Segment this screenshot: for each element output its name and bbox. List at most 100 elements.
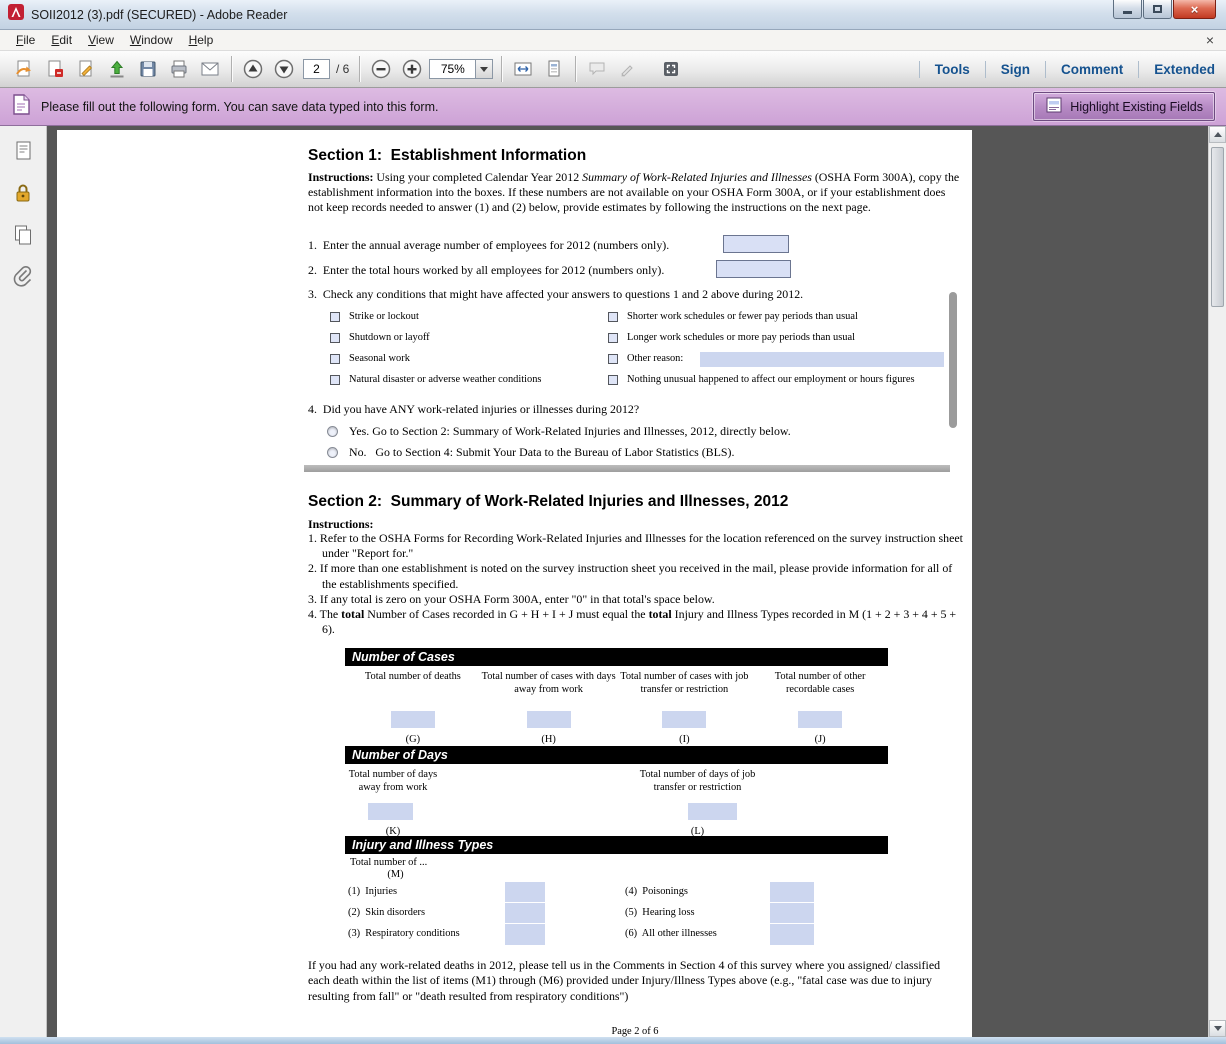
number-of-cases-header: Number of Cases xyxy=(345,648,888,666)
scroll-up-button[interactable] xyxy=(1209,126,1226,143)
injury-illness-types-header: Injury and Illness Types xyxy=(345,836,888,854)
question4-label: 4. Did you have ANY work-related injurie… xyxy=(308,402,639,417)
shutdown-checkbox[interactable] xyxy=(330,333,340,343)
form-message-bar: Please fill out the following form. You … xyxy=(0,88,1226,126)
pdf-create-icon[interactable] xyxy=(41,56,68,83)
sign-document-icon[interactable] xyxy=(72,56,99,83)
menu-window[interactable]: Window xyxy=(122,31,181,49)
scroll-down-button[interactable] xyxy=(1209,1020,1226,1037)
longer-schedules-label: Longer work schedules or more pay period… xyxy=(627,332,855,343)
zoom-in-icon[interactable] xyxy=(398,56,425,83)
print-icon[interactable] xyxy=(165,56,192,83)
other-recordable-cases-field[interactable] xyxy=(798,711,842,728)
disaster-checkbox[interactable] xyxy=(330,375,340,385)
maximize-button[interactable] xyxy=(1143,0,1172,19)
section1-instructions: Instructions: Using your completed Calen… xyxy=(308,170,960,215)
fit-page-icon[interactable] xyxy=(540,56,567,83)
types-table: (1) Injuries (2) Skin disorders (3) Resp… xyxy=(348,882,918,948)
section2-instructions-list: 1. Refer to the OSHA Forms for Recording… xyxy=(308,531,964,637)
vertical-scrollbar[interactable] xyxy=(1208,126,1226,1037)
seasonal-checkbox[interactable] xyxy=(330,354,340,364)
deaths-field[interactable] xyxy=(391,711,435,728)
number-of-days-header: Number of Days xyxy=(345,746,888,764)
longer-schedules-checkbox[interactable] xyxy=(608,333,618,343)
window-bottom-border xyxy=(0,1037,1226,1044)
close-button[interactable]: × xyxy=(1173,0,1216,19)
minimize-button[interactable] xyxy=(1113,0,1142,19)
yes-radio[interactable] xyxy=(327,426,338,437)
strike-label: Strike or lockout xyxy=(349,311,419,322)
extended-panel-button[interactable]: Extended xyxy=(1153,62,1216,77)
navigation-rail xyxy=(0,126,47,1037)
injuries-field[interactable] xyxy=(505,882,545,903)
sign-panel-button[interactable]: Sign xyxy=(1000,62,1031,77)
shorter-schedules-label: Shorter work schedules or fewer pay peri… xyxy=(627,311,858,322)
job-transfer-cases-field[interactable] xyxy=(662,711,706,728)
other-reason-label: Other reason: xyxy=(627,353,683,364)
shorter-schedules-checkbox[interactable] xyxy=(608,312,618,322)
types-total-label: Total number of ... xyxy=(350,857,427,868)
respiratory-label: (3) Respiratory conditions xyxy=(348,928,460,939)
open-icon[interactable] xyxy=(10,56,37,83)
shutdown-label: Shutdown or layoff xyxy=(349,332,430,343)
markup-pen-icon[interactable] xyxy=(614,56,641,83)
respiratory-field[interactable] xyxy=(505,924,545,945)
employees-field[interactable] xyxy=(723,235,789,253)
injuries-label: (1) Injuries xyxy=(348,886,397,897)
fit-width-icon[interactable] xyxy=(509,56,536,83)
menu-help[interactable]: Help xyxy=(181,31,222,49)
form-message-text: Please fill out the following form. You … xyxy=(41,100,438,114)
paperclip-icon[interactable] xyxy=(6,262,40,292)
zoom-level-input[interactable]: 75% xyxy=(429,59,476,79)
skin-disorders-field[interactable] xyxy=(505,903,545,924)
all-other-illnesses-field[interactable] xyxy=(770,924,814,945)
menu-view[interactable]: View xyxy=(80,31,122,49)
highlight-existing-fields-button[interactable]: Highlight Existing Fields xyxy=(1033,92,1215,121)
strike-checkbox[interactable] xyxy=(330,312,340,322)
zoom-out-icon[interactable] xyxy=(367,56,394,83)
reading-mode-icon[interactable] xyxy=(657,56,684,83)
comment-panel-button[interactable]: Comment xyxy=(1060,62,1124,77)
nothing-unusual-checkbox[interactable] xyxy=(608,375,618,385)
security-lock-icon[interactable] xyxy=(6,178,40,208)
days-transfer-field[interactable] xyxy=(688,803,737,820)
tools-panel-button[interactable]: Tools xyxy=(934,62,971,77)
email-icon[interactable] xyxy=(196,56,223,83)
document-viewport[interactable]: Section 1: Establishment Information Ins… xyxy=(47,126,1208,1037)
menu-edit[interactable]: Edit xyxy=(43,31,80,49)
instruction-item: 2. If more than one establishment is not… xyxy=(308,561,964,591)
toolbar-panels: Tools Sign Comment Extended xyxy=(905,61,1216,78)
all-other-illnesses-label: (6) All other illnesses xyxy=(625,928,717,939)
save-icon[interactable] xyxy=(134,56,161,83)
window-title: SOII2012 (3).pdf (SECURED) - Adobe Reade… xyxy=(31,8,287,22)
poisonings-field[interactable] xyxy=(770,882,814,903)
page-number-input[interactable]: 2 xyxy=(303,59,330,79)
down-arrow-icon xyxy=(1214,1026,1222,1031)
title-bar[interactable]: SOII2012 (3).pdf (SECURED) - Adobe Reade… xyxy=(0,0,1226,30)
days-away-cases-field[interactable] xyxy=(527,711,571,728)
days-away-field[interactable] xyxy=(368,803,413,820)
question1-label: 1. Enter the annual average number of em… xyxy=(308,238,669,253)
menu-file[interactable]: File xyxy=(8,31,43,49)
other-reason-checkbox[interactable] xyxy=(608,354,618,364)
pdf-page: Section 1: Establishment Information Ins… xyxy=(57,130,972,1037)
page-footer: Page 2 of 6 xyxy=(308,1026,962,1037)
scrollbar-thumb[interactable] xyxy=(1211,147,1224,307)
inner-scrollbar-thumb[interactable] xyxy=(949,292,957,428)
no-radio-label: No. Go to Section 4: Submit Your Data to… xyxy=(349,445,734,460)
types-right-fields xyxy=(770,882,814,945)
page-thumbnails-icon[interactable] xyxy=(6,136,40,166)
pages-icon[interactable] xyxy=(6,220,40,250)
question2-label: 2. Enter the total hours worked by all e… xyxy=(308,263,664,278)
section2-heading: Section 2: Summary of Work-Related Injur… xyxy=(308,493,788,511)
comment-bubble-icon[interactable] xyxy=(583,56,610,83)
hours-field[interactable] xyxy=(716,260,791,278)
other-reason-field[interactable] xyxy=(700,352,944,367)
no-radio[interactable] xyxy=(327,447,338,458)
upload-icon[interactable] xyxy=(103,56,130,83)
previous-page-icon[interactable] xyxy=(239,56,266,83)
next-page-icon[interactable] xyxy=(270,56,297,83)
zoom-dropdown-caret[interactable] xyxy=(476,59,493,79)
hearing-loss-field[interactable] xyxy=(770,903,814,924)
close-document-icon[interactable]: × xyxy=(1206,33,1214,47)
